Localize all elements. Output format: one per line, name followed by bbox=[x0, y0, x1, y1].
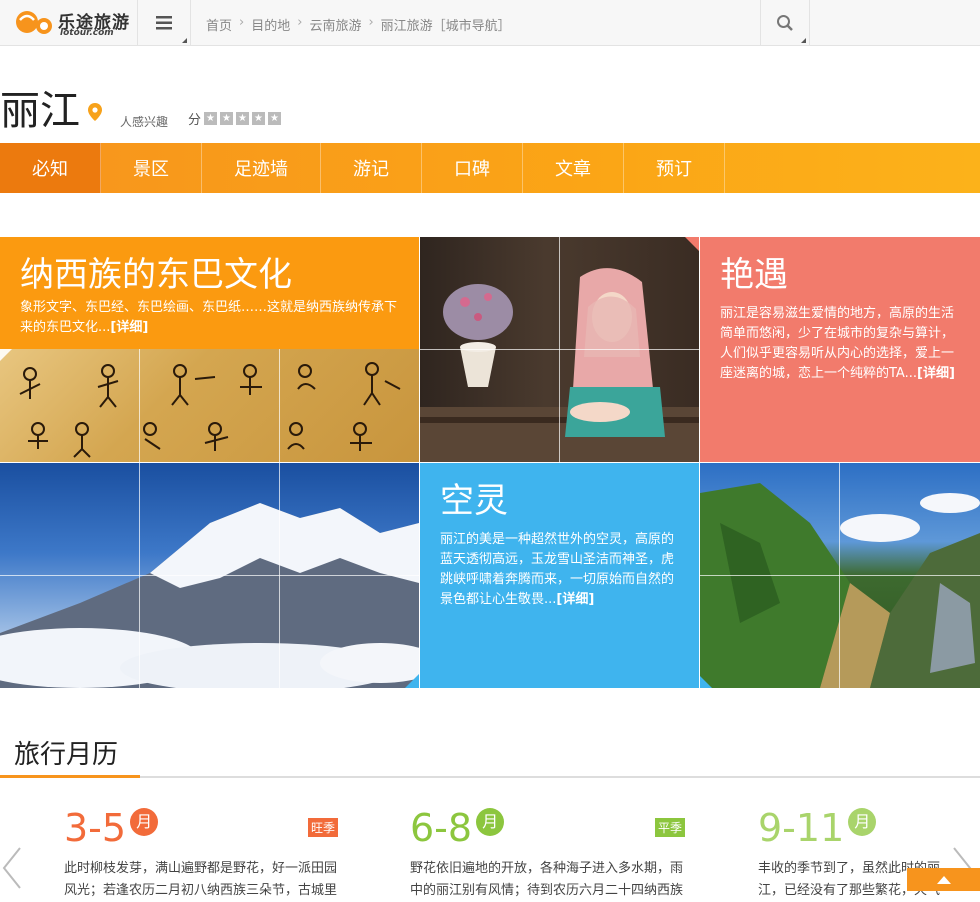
month-badge: 月 bbox=[848, 808, 877, 836]
season-card-spring[interactable]: 3-5 月 旺季 此时柳枝发芽，满山遍野都是野花，好一派田园风光；若逢农历二月初八… bbox=[64, 806, 354, 902]
dropdown-corner-icon bbox=[182, 38, 187, 43]
city-nav: 必知 景区 足迹墙 游记 口碑 文章 预订 bbox=[0, 143, 980, 193]
rating: 分 ★ ★ ★ ★ ★ bbox=[188, 109, 282, 128]
ethereal-card-desc: 丽江的美是一种超然世外的空灵，高原的蓝天透彻高远，玉龙雪山圣洁而神圣，虎跳峡呼啸… bbox=[440, 530, 684, 610]
score-label: 分 bbox=[188, 113, 202, 128]
star-icon: ★ bbox=[252, 112, 266, 125]
tab-footprint-wall[interactable]: 足迹墙 bbox=[202, 143, 321, 193]
corner-fold-icon bbox=[405, 674, 419, 688]
grid-divider bbox=[0, 575, 419, 576]
star-icon: ★ bbox=[204, 112, 218, 125]
tab-travelogues[interactable]: 游记 bbox=[321, 143, 422, 193]
romance-more-link[interactable]: [详细] bbox=[917, 366, 955, 381]
hamburger-icon bbox=[156, 16, 172, 30]
breadcrumb-lijiang[interactable]: 丽江旅游［城市导航］ bbox=[381, 15, 511, 34]
romance-card[interactable]: 艳遇 丽江是容易滋生爱情的地方，高原的生活简单而悠闲，少了在城市的复杂与算计，人… bbox=[700, 237, 980, 462]
season-text: 此时柳枝发芽，满山遍野都是野花，好一派田园风光；若逢农历二月初八纳西族三朵节，古… bbox=[64, 861, 338, 898]
location-pin-icon[interactable] bbox=[88, 103, 102, 121]
tab-articles[interactable]: 文章 bbox=[523, 143, 624, 193]
calendar-prev-button[interactable] bbox=[2, 846, 22, 894]
corner-fold-icon bbox=[685, 237, 699, 251]
month-badge: 月 bbox=[476, 808, 505, 836]
season-card-summer[interactable]: 6-8 月 平季 野花依旧遍地的开放，各种海子进入多水期，雨中的丽江别有风情；待到… bbox=[410, 806, 700, 902]
breadcrumb-destination[interactable]: 目的地 bbox=[251, 15, 290, 34]
chevron-right-icon: › bbox=[368, 15, 374, 30]
grid-divider bbox=[700, 575, 980, 576]
tab-booking[interactable]: 预订 bbox=[624, 143, 725, 193]
calendar-title: 旅行月历 bbox=[14, 740, 119, 770]
star-icon: ★ bbox=[236, 112, 250, 125]
page-title: 丽江 bbox=[0, 88, 80, 134]
ethereal-more-link[interactable]: [详细] bbox=[556, 592, 594, 607]
tab-essentials[interactable]: 必知 bbox=[0, 143, 101, 193]
tab-attractions[interactable]: 景区 bbox=[101, 143, 202, 193]
menu-button[interactable] bbox=[137, 0, 191, 46]
corner-fold-icon bbox=[700, 676, 712, 688]
snow-mountain-photo[interactable] bbox=[0, 463, 419, 688]
logo-subtext: lotour.com bbox=[60, 28, 114, 38]
season-range: 9-11 bbox=[758, 806, 845, 850]
season-range: 6-8 bbox=[410, 806, 473, 850]
season-tag: 平季 bbox=[655, 818, 686, 837]
back-to-top-button[interactable] bbox=[907, 868, 980, 891]
breadcrumb-home[interactable]: 首页 bbox=[206, 15, 232, 34]
chevron-right-icon: › bbox=[239, 15, 245, 30]
chevron-right-icon: › bbox=[297, 15, 303, 30]
dongba-glyphs-illustration bbox=[19, 362, 401, 458]
romance-photo[interactable] bbox=[420, 237, 699, 462]
naxi-culture-card[interactable]: 纳西族的东巴文化 象形文字、东巴经、东巴绘画、东巴纸……这就是纳西族纳传承下来的… bbox=[0, 237, 419, 349]
season-range: 3-5 bbox=[64, 806, 127, 850]
tab-reviews[interactable]: 口碑 bbox=[422, 143, 523, 193]
top-bar: 乐途旅游 lotour.com 首页 › 目的地 › 云南旅游 › 丽江旅游［城… bbox=[0, 0, 980, 46]
tiger-leaping-gorge-photo[interactable] bbox=[700, 463, 980, 688]
breadcrumb-yunnan[interactable]: 云南旅游 bbox=[309, 15, 361, 34]
calendar-divider bbox=[0, 776, 980, 778]
star-icon: ★ bbox=[268, 112, 282, 125]
search-button[interactable] bbox=[760, 0, 810, 46]
lotour-logo-icon bbox=[16, 11, 52, 34]
month-badge: 月 bbox=[130, 808, 159, 836]
naxi-desc-text: 象形文字、东巴经、东巴绘画、东巴纸……这就是纳西族纳传承下来的东巴文化... bbox=[20, 300, 398, 335]
site-logo[interactable]: 乐途旅游 lotour.com bbox=[12, 6, 136, 40]
interest-count: 人感兴趣 bbox=[120, 115, 169, 129]
ethereal-card-title: 空灵 bbox=[440, 481, 508, 521]
calendar-divider-accent bbox=[0, 775, 140, 778]
corner-fold-icon bbox=[0, 349, 12, 361]
romance-card-desc: 丽江是容易滋生爱情的地方，高原的生活简单而悠闲，少了在城市的复杂与算计，人们似乎… bbox=[720, 304, 962, 384]
ethereal-card[interactable]: 空灵 丽江的美是一种超然世外的空灵，高原的蓝天透彻高远，玉龙雪山圣洁而神圣，虎跳… bbox=[420, 463, 699, 688]
arrow-up-icon bbox=[936, 875, 951, 884]
search-icon bbox=[777, 15, 793, 31]
feature-grid: 纳西族的东巴文化 象形文字、东巴经、东巴绘画、东巴纸……这就是纳西族纳传承下来的… bbox=[0, 237, 980, 688]
season-text: 野花依旧遍地的开放，各种海子进入多水期，雨中的丽江别有风情；待到农历六月二十四纳… bbox=[410, 861, 684, 898]
season-tag: 旺季 bbox=[308, 818, 339, 837]
dropdown-corner-icon bbox=[801, 38, 806, 43]
star-icon: ★ bbox=[220, 112, 234, 125]
grid-divider bbox=[279, 349, 280, 462]
chevron-left-icon bbox=[2, 847, 21, 889]
grid-divider bbox=[139, 349, 140, 462]
naxi-card-title: 纳西族的东巴文化 bbox=[20, 255, 292, 295]
dongba-pictographs-image[interactable] bbox=[0, 349, 419, 462]
breadcrumb: 首页 › 目的地 › 云南旅游 › 丽江旅游［城市导航］ bbox=[206, 15, 511, 34]
naxi-card-desc: 象形文字、东巴经、东巴绘画、东巴纸……这就是纳西族纳传承下来的东巴文化...[详… bbox=[20, 298, 400, 338]
naxi-more-link[interactable]: [详细] bbox=[110, 320, 148, 335]
romance-card-title: 艳遇 bbox=[720, 255, 788, 295]
grid-divider bbox=[420, 349, 699, 350]
